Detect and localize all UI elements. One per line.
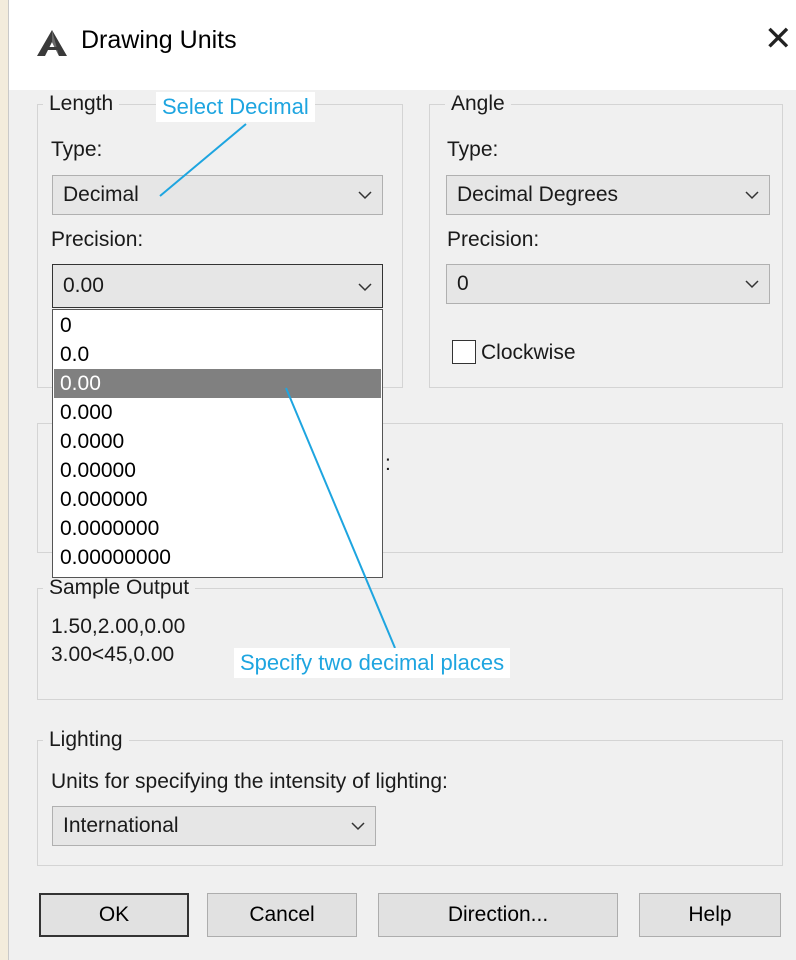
precision-option[interactable]: 0.0 <box>54 340 381 369</box>
select-decimal-callout: Select Decimal <box>156 92 315 122</box>
length-legend: Length <box>43 92 120 116</box>
angle-legend: Angle <box>445 92 511 116</box>
close-icon[interactable]: ✕ <box>764 22 793 56</box>
angle-precision-label: Precision: <box>447 228 540 251</box>
precision-option-selected[interactable]: 0.00 <box>54 369 381 398</box>
lighting-units-value: International <box>63 814 179 837</box>
insertion-scale-partial-label: : <box>385 452 391 475</box>
length-precision-label: Precision: <box>51 228 144 251</box>
ok-button[interactable]: OK <box>39 893 189 937</box>
sample-output-line-1: 1.50,2.00,0.00 <box>51 615 186 638</box>
lighting-units-select[interactable]: International <box>52 806 376 846</box>
chevron-down-icon <box>745 280 759 289</box>
clockwise-label[interactable]: Clockwise <box>481 341 576 365</box>
window-title: Drawing Units <box>81 26 237 54</box>
direction-button[interactable]: Direction... <box>378 893 618 937</box>
length-type-value: Decimal <box>63 183 139 206</box>
length-type-label: Type: <box>51 138 103 161</box>
chevron-down-icon <box>351 822 365 831</box>
precision-option[interactable]: 0.00000 <box>54 456 381 485</box>
precision-option[interactable]: 0 <box>54 311 381 340</box>
chevron-down-icon <box>745 191 759 200</box>
sample-output-legend: Sample Output <box>43 576 196 600</box>
precision-option[interactable]: 0.000 <box>54 398 381 427</box>
lighting-description: Units for specifying the intensity of li… <box>51 770 448 793</box>
precision-option[interactable]: 0.0000000 <box>54 514 381 543</box>
sample-output-line-2: 3.00<45,0.00 <box>51 643 175 666</box>
precision-option[interactable]: 0.000000 <box>54 485 381 514</box>
two-decimal-places-callout: Specify two decimal places <box>234 648 511 678</box>
title-bar: Drawing Units ✕ <box>9 0 796 90</box>
angle-precision-select[interactable]: 0 <box>446 264 770 304</box>
chevron-down-icon <box>358 191 372 200</box>
lighting-legend: Lighting <box>43 728 129 752</box>
angle-type-value: Decimal Degrees <box>457 183 619 206</box>
precision-dropdown-list[interactable]: 0 0.0 0.00 0.000 0.0000 0.00000 0.000000… <box>52 309 383 578</box>
length-precision-select[interactable]: 0.00 <box>52 264 383 308</box>
precision-option[interactable]: 0.00000000 <box>54 543 381 572</box>
drawing-units-dialog: Drawing Units ✕ Length Type: Decimal Pre… <box>8 0 796 960</box>
lighting-group <box>37 740 783 866</box>
angle-type-select[interactable]: Decimal Degrees <box>446 175 770 215</box>
length-type-select[interactable]: Decimal <box>52 175 383 215</box>
angle-precision-value: 0 <box>457 272 469 295</box>
autocad-logo-icon <box>37 30 67 56</box>
cancel-button[interactable]: Cancel <box>207 893 357 937</box>
chevron-down-icon <box>358 283 372 292</box>
angle-type-label: Type: <box>447 138 499 161</box>
precision-option[interactable]: 0.0000 <box>54 427 381 456</box>
clockwise-checkbox[interactable] <box>452 340 476 364</box>
length-precision-value: 0.00 <box>63 274 104 297</box>
help-button[interactable]: Help <box>639 893 781 937</box>
